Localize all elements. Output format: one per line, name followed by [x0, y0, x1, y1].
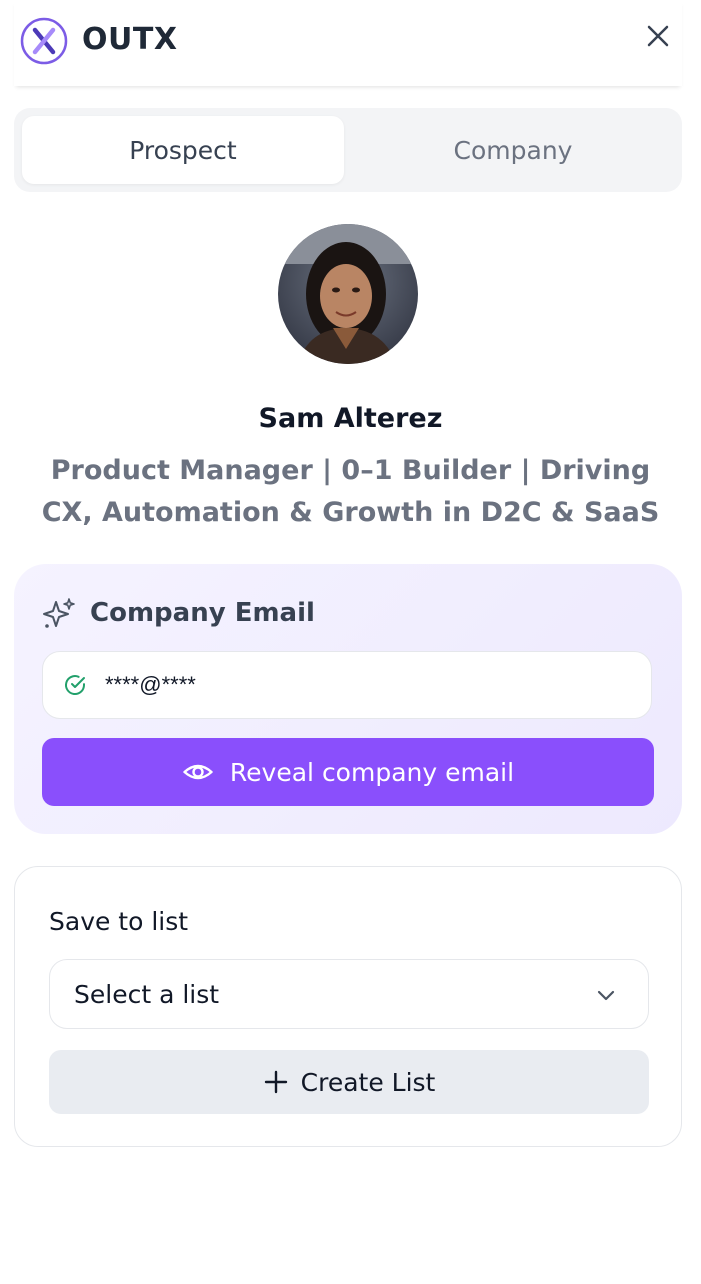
list-select[interactable]: Select a list [49, 959, 649, 1029]
eye-icon [183, 764, 213, 780]
prospect-headline: Product Manager | 0–1 Builder | Driving … [40, 450, 661, 534]
masked-email-value: ****@**** [105, 672, 196, 697]
tab-prospect[interactable]: Prospect [22, 116, 344, 184]
outx-logo-icon [20, 17, 68, 65]
tab-company[interactable]: Company [352, 116, 674, 184]
close-icon[interactable] [644, 22, 672, 50]
create-list-label: Create List [300, 1067, 436, 1097]
sparkle-icon [43, 598, 75, 628]
verified-check-icon [65, 675, 86, 696]
company-email-title: Company Email [90, 598, 315, 628]
list-select-value: Select a list [74, 980, 220, 1009]
prospect-name: Sam Alterez [258, 403, 443, 434]
header: OUTX [14, 0, 682, 86]
headline-line-2: CX, Automation & Growth in D2C & SaaS [41, 497, 660, 528]
reveal-email-label: Reveal company email [229, 757, 515, 787]
company-email-card: Company Email ****@**** Reveal company e… [14, 564, 682, 834]
tab-bar: Prospect Company [14, 108, 682, 192]
headline-line-1: Product Manager | 0–1 Builder | Driving [50, 455, 651, 486]
save-to-list-label: Save to list [49, 907, 189, 936]
chevron-down-icon [597, 990, 615, 1001]
avatar [278, 224, 418, 364]
masked-email-field: ****@**** [42, 651, 652, 719]
save-to-list-card: Save to list Select a list Create List [14, 866, 682, 1147]
create-list-button[interactable]: Create List [49, 1050, 649, 1114]
plus-icon [264, 1070, 287, 1094]
reveal-email-button[interactable]: Reveal company email [42, 738, 654, 806]
brand-name: OUTX [82, 22, 178, 57]
